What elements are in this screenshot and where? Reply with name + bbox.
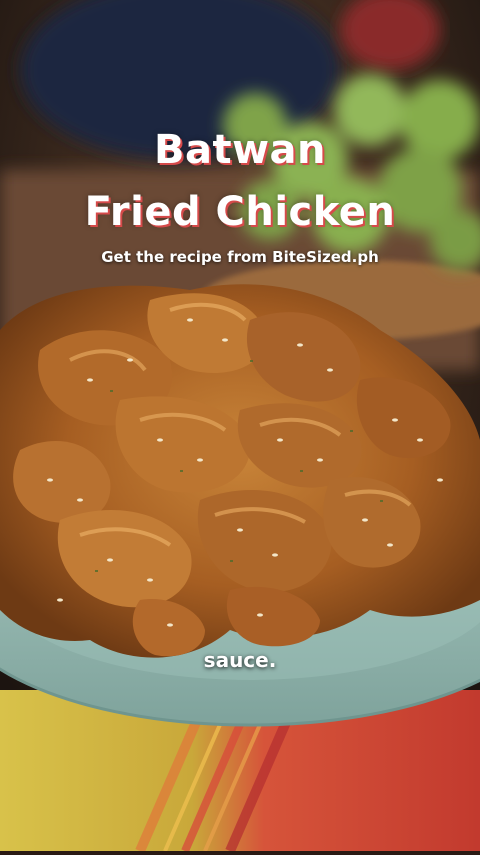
video-caption: sauce. [203,648,277,672]
title-line-1: Batwan [153,127,327,173]
title-line-2: Fried Chicken [84,189,396,235]
recipe-source-subtitle: Get the recipe from BiteSized.ph [101,248,379,266]
